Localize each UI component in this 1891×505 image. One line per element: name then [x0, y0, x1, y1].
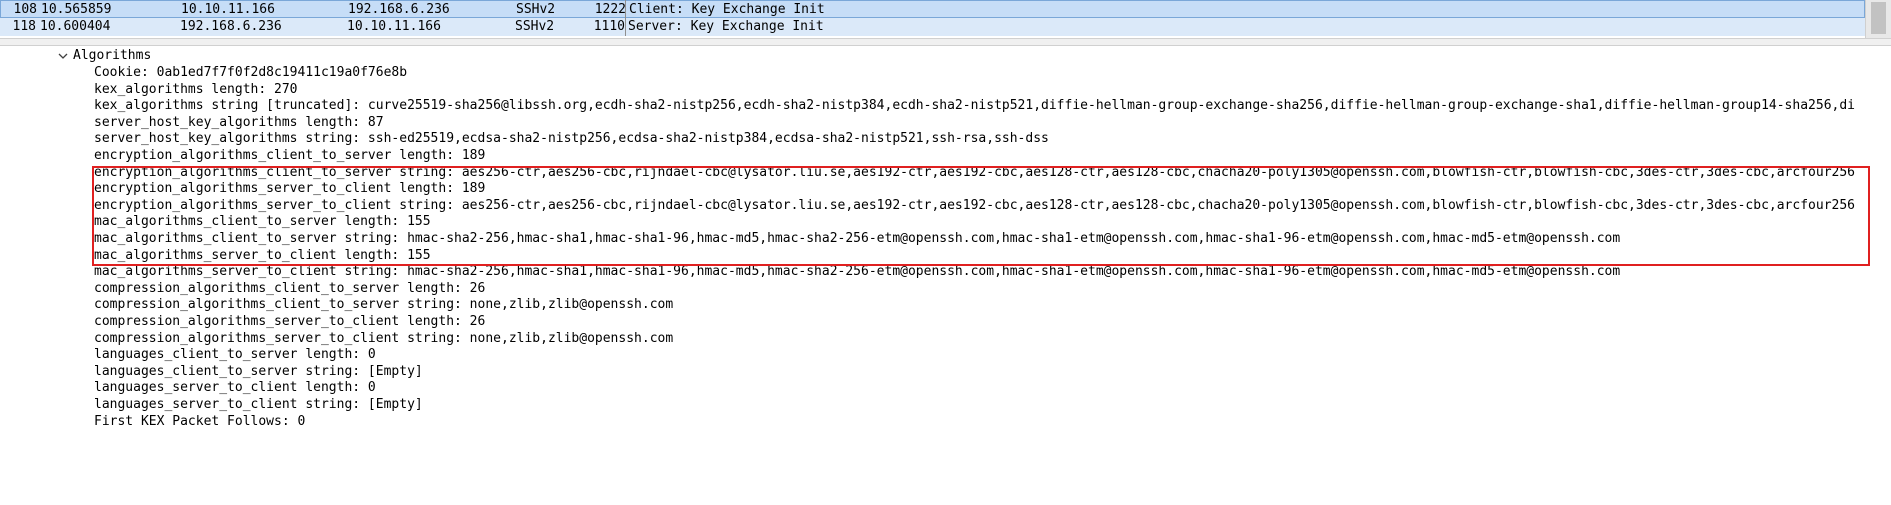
scrollbar-thumb[interactable] [1871, 2, 1886, 34]
packet-source: 10.10.11.166 [181, 2, 275, 17]
packet-length: 1222 [594, 2, 626, 17]
pane-splitter[interactable] [0, 38, 1891, 46]
packet-source: 192.168.6.236 [180, 19, 282, 34]
packet-number: 108 [13, 2, 37, 17]
packet-list: 108 10.565859 10.10.11.166 192.168.6.236… [0, 0, 1891, 38]
packet-destination: 192.168.6.236 [348, 2, 450, 17]
packet-row[interactable]: 108 10.565859 10.10.11.166 192.168.6.236… [0, 0, 1865, 18]
column-separator[interactable] [625, 0, 626, 36]
packet-time: 10.565859 [41, 2, 112, 17]
packet-details-tree: Algorithms Cookie: 0ab1ed7f7f0f2d8c19411… [0, 46, 1891, 505]
packet-length: 1110 [593, 19, 625, 34]
packet-protocol: SSHv2 [515, 19, 555, 34]
tree-field-row[interactable]: First KEX Packet Follows: 0 [0, 412, 1891, 432]
packet-destination: 10.10.11.166 [347, 19, 441, 34]
packet-number: 118 [12, 19, 36, 34]
packet-list-scrollbar[interactable] [1865, 0, 1891, 38]
packet-info: Server: Key Exchange Init [628, 19, 824, 34]
packet-protocol: SSHv2 [516, 2, 556, 17]
tree-field-label: First KEX Packet Follows: 0 [94, 413, 306, 429]
packet-time: 10.600404 [40, 19, 111, 34]
packet-info: Client: Key Exchange Init [629, 2, 825, 17]
packet-row[interactable]: 118 10.600404 192.168.6.236 10.10.11.166… [0, 18, 1865, 36]
